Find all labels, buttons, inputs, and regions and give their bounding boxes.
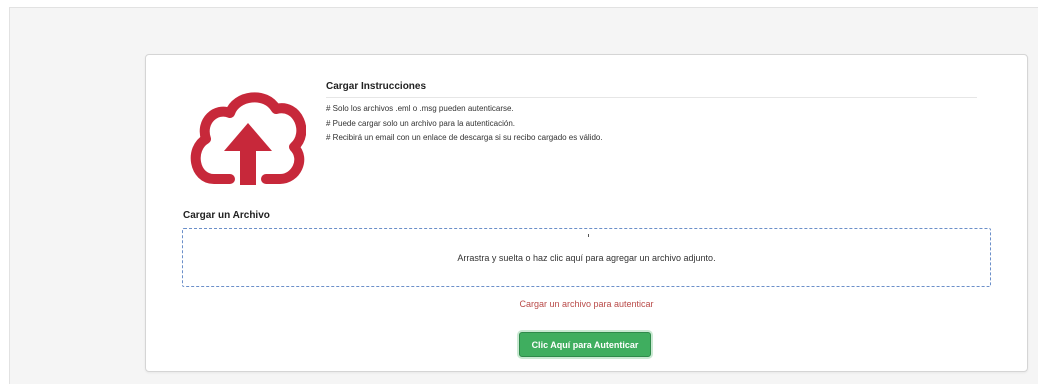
instruction-item: # Recibirá un email con un enlace de des… [326, 133, 603, 142]
dropzone-text: Arrastra y suelta o haz clic aquí para a… [457, 253, 716, 263]
instructions-panel: Cargar Instrucciones # Solo los archivos… [326, 81, 977, 146]
dropzone-marker [588, 234, 589, 237]
page-background: Cargar Instrucciones # Solo los archivos… [9, 7, 1038, 384]
upload-status-text: Cargar un archivo para autenticar [519, 299, 654, 309]
instruction-item: # Solo los archivos .eml o .msg pueden a… [326, 104, 514, 113]
authenticate-button[interactable]: Clic Aquí para Autenticar [519, 332, 651, 357]
upload-section-label: Cargar un Archivo [183, 210, 270, 221]
file-dropzone[interactable]: Arrastra y suelta o haz clic aquí para a… [182, 228, 991, 287]
cloud-upload-icon [190, 89, 307, 185]
instructions-list: # Solo los archivos .eml o .msg pueden a… [326, 102, 977, 146]
instructions-title: Cargar Instrucciones [326, 81, 977, 98]
upload-card: Cargar Instrucciones # Solo los archivos… [145, 54, 1028, 372]
instruction-item: # Puede cargar solo un archivo para la a… [326, 118, 516, 128]
